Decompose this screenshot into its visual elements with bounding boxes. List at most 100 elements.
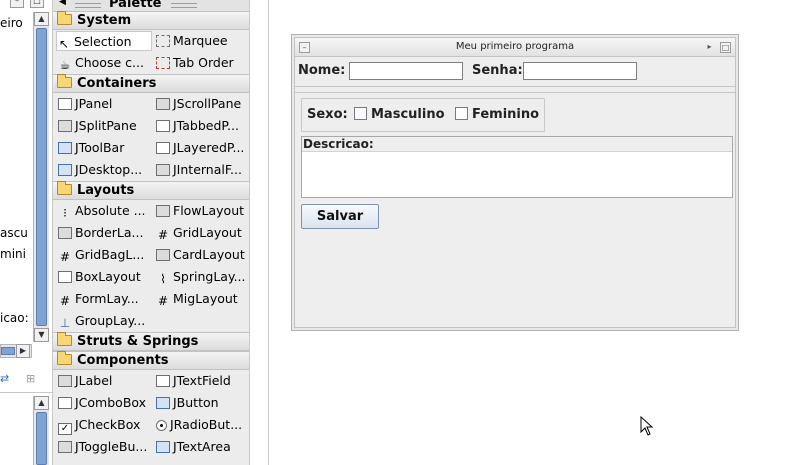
maximize-icon[interactable]: □	[720, 42, 731, 53]
checkbox-icon[interactable]	[354, 107, 367, 120]
masculino-checkbox[interactable]: Masculino	[354, 107, 445, 122]
palette-item-jdesktoppane[interactable]: JDesktop...	[58, 160, 152, 180]
palette-item-label: FormLay...	[75, 291, 139, 306]
palette-item-choose-component[interactable]: ☕ Choose c...	[58, 53, 152, 73]
formlayout-icon: #	[59, 294, 71, 308]
palette-item-gridbaglayout[interactable]: # GridBagL...	[58, 245, 152, 265]
palette-item-jscrollpane[interactable]: JScrollPane	[156, 94, 249, 114]
palette-item-miglayout[interactable]: # MigLayout	[156, 289, 249, 309]
palette-item-absolute-layout[interactable]: ⁝ Absolute ...	[58, 201, 152, 221]
drag-grip-icon[interactable]	[75, 3, 101, 8]
palette-item-jtextfield[interactable]: JTextField	[156, 371, 249, 391]
scroll-right-icon[interactable]: ▶	[16, 344, 30, 358]
palette-item-jsplitpane[interactable]: JSplitPane	[58, 116, 152, 136]
palette-item-boxlayout[interactable]: BoxLayout	[58, 267, 152, 287]
palette-item-jlayeredpane[interactable]: JLayeredP...	[156, 138, 249, 158]
palette-item-label: GroupLay...	[75, 313, 146, 328]
palette-item-jtogglebutton[interactable]: JToggleBu...	[58, 437, 152, 457]
palette-item-springlayout[interactable]: ⌇ SpringLay...	[156, 267, 249, 287]
senha-label: Senha:	[472, 63, 523, 78]
iconify-icon[interactable]: ▸	[704, 42, 715, 53]
palette-item-jtabbedpane[interactable]: JTabbedP...	[156, 116, 249, 136]
palette-item-jcheckbox[interactable]: ✓ JCheckBox	[58, 415, 152, 435]
category-containers[interactable]: Containers	[53, 74, 249, 93]
palette-item-label: FlowLayout	[173, 203, 245, 218]
sync-icon[interactable]: ⇄	[0, 372, 14, 386]
separator	[295, 92, 735, 93]
category-system[interactable]: System	[53, 11, 249, 30]
palette-item-label: BorderLa...	[75, 225, 144, 240]
folder-icon	[57, 351, 72, 365]
scrollbar-thumb[interactable]	[36, 412, 47, 465]
collapse-arrow-icon[interactable]: ◀	[59, 0, 66, 7]
textarea-icon	[156, 441, 170, 453]
palette-item-flowlayout[interactable]: FlowLayout	[156, 201, 249, 221]
gridbag-icon: #	[59, 250, 71, 264]
scroll-down-icon[interactable]: ▼	[34, 328, 49, 342]
palette-item-gridlayout[interactable]: # GridLayout	[156, 223, 249, 243]
palette-item-jradiobutton[interactable]: JRadioBut...	[156, 415, 249, 435]
lower-vertical-scrollbar[interactable]: ▲	[33, 396, 49, 465]
canvas-gutter	[251, 0, 269, 465]
layeredpane-icon	[156, 142, 170, 154]
spring-icon: ⌇	[160, 272, 166, 286]
palette-item-borderlayout[interactable]: BorderLa...	[58, 223, 152, 243]
maximize-icon[interactable]: □	[30, 0, 44, 8]
scrollbar-thumb[interactable]	[36, 28, 47, 326]
button-icon	[156, 397, 170, 409]
scroll-up-icon[interactable]: ▲	[34, 12, 49, 26]
palette-item-jbutton[interactable]: JButton	[156, 393, 249, 413]
palette-item-tab-order[interactable]: Tab Order	[156, 53, 249, 73]
category-components[interactable]: Components	[53, 351, 249, 370]
folder-icon	[57, 11, 72, 25]
palette-item-marquee[interactable]: Marquee	[156, 31, 249, 51]
palette-item-label: JCheckBox	[75, 417, 141, 432]
borderlayout-icon	[58, 227, 72, 239]
nome-field[interactable]	[349, 62, 463, 80]
window-titlebar[interactable]: – Meu primeiro programa ▸ □	[295, 38, 735, 57]
palette-item-label: MigLayout	[173, 291, 238, 306]
palette-item-label: JToolBar	[75, 140, 125, 155]
descricao-label: Descricao:	[303, 137, 374, 151]
internalframe-icon	[156, 164, 170, 176]
feminino-checkbox[interactable]: Feminino	[455, 107, 539, 122]
palette-item-label: JButton	[173, 395, 219, 410]
form-frame[interactable]: – Meu primeiro programa ▸ □ Nome: Senha:…	[291, 34, 739, 331]
scroll-up-icon[interactable]: ▲	[34, 396, 49, 410]
salvar-button[interactable]: Salvar	[301, 204, 379, 229]
palette-item-label: JToggleBu...	[75, 439, 148, 454]
folder-icon	[57, 181, 72, 195]
descricao-text[interactable]	[304, 154, 730, 195]
folder-icon	[57, 332, 72, 346]
tabbedpane-icon	[156, 120, 170, 132]
outline-text: ascu	[0, 226, 28, 240]
palette-item-grouplayout[interactable]: ⊥ GroupLay...	[58, 311, 152, 331]
drag-grip-icon[interactable]	[171, 3, 197, 8]
palette-header: ◀ Palette	[53, 0, 249, 11]
category-struts-springs[interactable]: Struts & Springs	[53, 332, 249, 351]
miglayout-icon: #	[157, 294, 169, 308]
palette-item-jcombobox[interactable]: JComboBox	[58, 393, 152, 413]
cardlayout-icon	[156, 249, 170, 261]
filter-icon[interactable]: ⊞	[26, 372, 40, 386]
senha-field[interactable]	[523, 62, 637, 80]
palette-item-selection[interactable]: ↖ Selection	[56, 31, 152, 51]
palette-item-jtoolbar[interactable]: JToolBar	[58, 138, 152, 158]
palette-item-jtextarea[interactable]: JTextArea	[156, 437, 249, 457]
boxlayout-icon	[58, 271, 72, 283]
window-title: Meu primeiro programa	[455, 41, 575, 52]
palette-item-label: JTabbedP...	[173, 118, 239, 133]
palette-item-jpanel[interactable]: JPanel	[58, 94, 152, 114]
palette-item-jinternalframe[interactable]: JInternalF...	[156, 160, 249, 180]
minimize-icon[interactable]: –	[10, 0, 24, 8]
outline-vertical-scrollbar[interactable]: ▲ ▼	[33, 12, 49, 342]
sexo-panel: Sexo: Masculino Feminino	[301, 98, 545, 132]
palette-item-cardlayout[interactable]: CardLayout	[156, 245, 249, 265]
category-layouts[interactable]: Layouts	[53, 181, 249, 200]
hscroll-thumb[interactable]	[1, 347, 15, 355]
category-label: Struts & Springs	[77, 334, 199, 349]
descricao-textarea[interactable]: Descricao:	[301, 136, 733, 198]
checkbox-icon[interactable]	[455, 107, 468, 120]
palette-item-formlayout[interactable]: # FormLay...	[58, 289, 152, 309]
palette-item-jlabel[interactable]: JLabel	[58, 371, 152, 391]
